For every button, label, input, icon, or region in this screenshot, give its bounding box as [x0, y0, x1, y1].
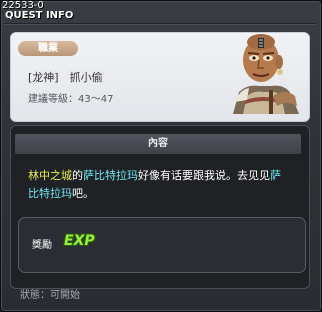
- exp-icon: EXP: [64, 233, 95, 249]
- desc-location: 林中之城: [28, 169, 72, 182]
- quest-description: 林中之城的萨比特拉玛好像有话要跟我说。去见见萨比特拉玛吧。: [28, 167, 290, 203]
- reward-box: [18, 217, 306, 273]
- desc-text-2: 好像有话要跟我说。去见见: [138, 169, 270, 182]
- quest-status: 狀態：可開始: [20, 290, 80, 301]
- reward-label: 獎勵: [32, 240, 52, 251]
- job-badge: 職業: [18, 41, 78, 56]
- content-section-title: 內容: [15, 134, 301, 154]
- recommended-level: 建議等級：43～47: [28, 94, 114, 105]
- desc-text-3: 吧。: [72, 187, 94, 200]
- npc-portrait-icon: [233, 34, 299, 114]
- desc-npc-name: 萨比特拉玛: [83, 169, 138, 182]
- quest-name: [龙神] 抓小偷: [28, 71, 103, 84]
- window-title: QUEST INFO: [5, 10, 74, 21]
- desc-text-1: 的: [72, 169, 83, 182]
- title-divider: [4, 23, 316, 25]
